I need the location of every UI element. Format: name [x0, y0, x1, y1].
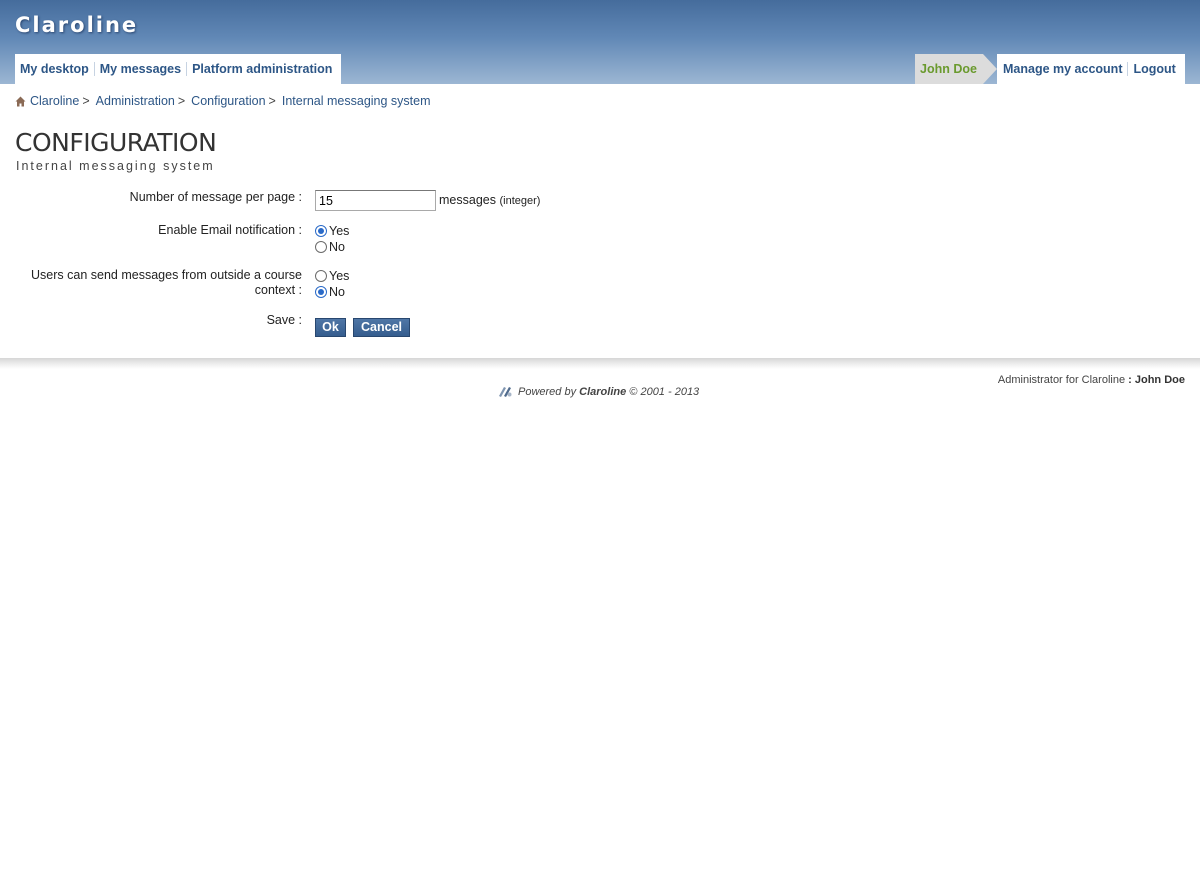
breadcrumb-administration[interactable]: Administration — [96, 94, 175, 108]
nav-platform-administration[interactable]: Platform administration — [186, 62, 337, 76]
breadcrumb-internal-messaging[interactable]: Internal messaging system — [282, 94, 431, 108]
email-notification-no[interactable]: No — [315, 239, 345, 255]
nav-logout[interactable]: Logout — [1127, 62, 1180, 76]
footer-powered-prefix: Powered by — [518, 385, 577, 398]
current-user-name: John Doe — [915, 54, 983, 84]
claroline-logo-icon — [499, 387, 512, 397]
email-notification-yes-label: Yes — [329, 224, 350, 238]
home-icon — [15, 96, 26, 106]
footer-divider — [0, 358, 1200, 369]
outside-course-label: Users can send messages from outside a c… — [15, 268, 302, 298]
per-page-unit: messages — [439, 193, 496, 207]
footer-powered-by: Powered by Claroline © 2001 - 2013 — [498, 385, 699, 398]
email-notification-yes-radio[interactable] — [315, 225, 327, 237]
outside-course-no-label: No — [329, 285, 345, 299]
outside-course-yes-radio[interactable] — [315, 270, 327, 282]
breadcrumb-configuration[interactable]: Configuration — [191, 94, 265, 108]
breadcrumb-separator: > — [82, 94, 90, 108]
outside-course-label-line2: context : — [254, 283, 302, 297]
header-banner: Claroline My desktop My messages Platfor… — [0, 0, 1200, 84]
nav-manage-account[interactable]: Manage my account — [997, 62, 1127, 76]
ok-button[interactable]: Ok — [315, 318, 346, 337]
outside-course-yes-label: Yes — [329, 269, 350, 283]
main-nav: My desktop My messages Platform administ… — [15, 54, 342, 84]
nav-my-messages[interactable]: My messages — [93, 62, 186, 76]
cancel-button[interactable]: Cancel — [353, 318, 410, 337]
footer-admin-separator: : — [1128, 374, 1132, 386]
breadcrumb-separator: > — [177, 94, 186, 108]
user-nav: Manage my account Logout — [997, 54, 1185, 84]
footer-administrator: Administrator for Claroline : John Doe — [998, 374, 1185, 386]
per-page-input[interactable] — [315, 190, 436, 211]
email-notification-no-label: No — [329, 240, 345, 254]
breadcrumb-separator: > — [268, 94, 276, 108]
email-notification-no-radio[interactable] — [315, 241, 327, 253]
per-page-hint: (integer) — [499, 195, 541, 207]
breadcrumb: Claroline > Administration > Configurati… — [15, 94, 431, 108]
footer-powered-brand[interactable]: Claroline — [579, 386, 626, 398]
breadcrumb-claroline[interactable]: Claroline — [30, 94, 79, 108]
outside-course-label-line1: Users can send messages from outside a c… — [31, 268, 302, 282]
nav-my-desktop[interactable]: My desktop — [16, 62, 94, 76]
outside-course-no-radio[interactable] — [315, 286, 327, 298]
outside-course-no[interactable]: No — [315, 284, 345, 300]
email-notification-label: Enable Email notification : — [158, 223, 302, 237]
user-arrow-shape — [983, 54, 997, 84]
outside-course-yes[interactable]: Yes — [315, 268, 349, 284]
footer-admin-prefix: Administrator for Claroline — [997, 374, 1126, 386]
page-title: CONFIGURATION — [15, 128, 217, 157]
per-page-label: Number of message per page : — [129, 190, 302, 204]
email-notification-yes[interactable]: Yes — [315, 223, 349, 239]
site-name[interactable]: Claroline — [15, 13, 138, 37]
footer-powered-suffix: © 2001 - 2013 — [629, 385, 700, 398]
footer-admin-name[interactable]: John Doe — [1135, 374, 1185, 386]
save-label: Save : — [266, 313, 302, 327]
page-subtitle: Internal messaging system — [16, 159, 215, 173]
per-page-suffix: messages (integer) — [439, 193, 540, 207]
